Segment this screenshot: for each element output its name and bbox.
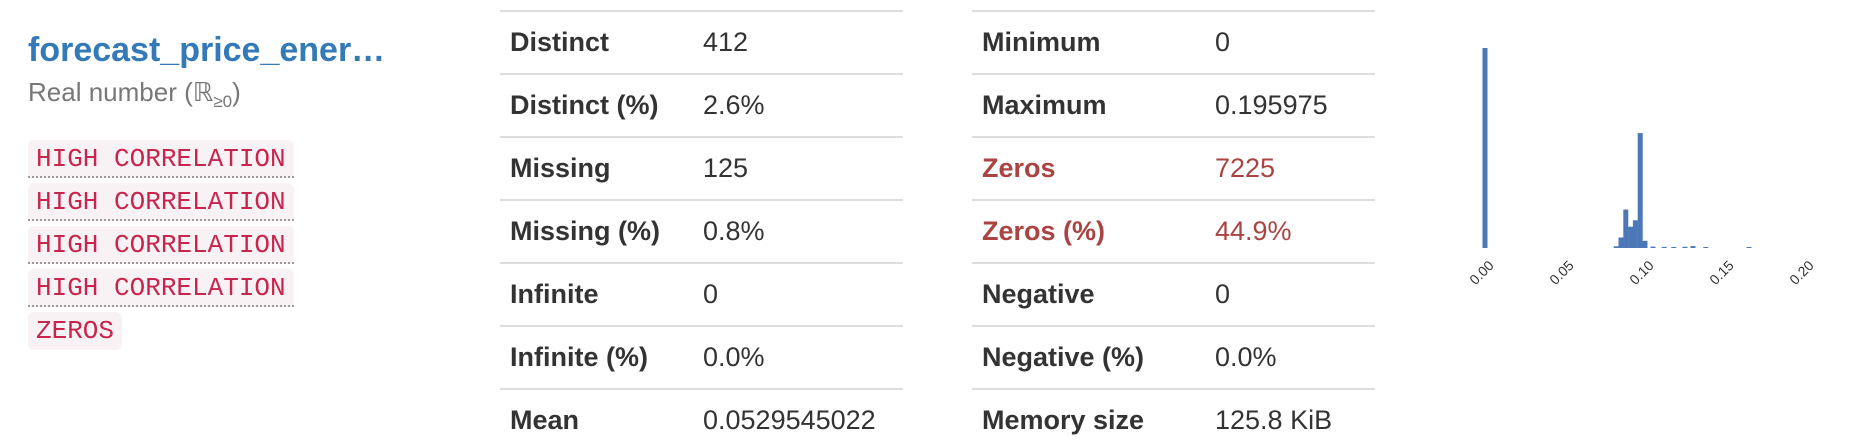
histogram-bar bbox=[1637, 133, 1643, 248]
stat-value: 0 bbox=[1205, 10, 1375, 74]
stat-label: Missing (%) bbox=[500, 199, 693, 263]
stat-row-minimum: Minimum 0 bbox=[972, 10, 1375, 74]
stat-value: 0.0% bbox=[1205, 325, 1375, 389]
stat-label: Maximum bbox=[972, 73, 1205, 137]
stat-label: Distinct (%) bbox=[500, 73, 693, 137]
alert-badges: HIGH CORRELATION HIGH CORRELATION HIGH C… bbox=[28, 140, 428, 351]
high-correlation-badge[interactable]: HIGH CORRELATION bbox=[28, 226, 294, 265]
histogram-bar bbox=[1613, 246, 1619, 248]
stat-label: Minimum bbox=[972, 10, 1205, 74]
stat-label: Mean bbox=[500, 388, 693, 446]
histogram-bar bbox=[1618, 237, 1624, 248]
stat-row-distinct-percent: Distinct (%) 2.6% bbox=[500, 73, 903, 137]
histogram-bar bbox=[1690, 246, 1696, 248]
stat-value: 125.8 KiB bbox=[1205, 388, 1375, 446]
stat-value: 412 bbox=[693, 10, 903, 74]
histogram-bar bbox=[1642, 240, 1648, 248]
stat-label: Missing bbox=[500, 136, 693, 200]
stat-value: 7225 bbox=[1205, 136, 1375, 200]
stat-row-negative: Negative 0 bbox=[972, 262, 1375, 326]
variable-type: Real number (ℝ≥0) bbox=[28, 74, 428, 120]
stat-value: 0.0% bbox=[693, 325, 903, 389]
stat-label: Negative bbox=[972, 262, 1205, 326]
variable-type-subscript: ≥0 bbox=[213, 92, 233, 112]
stat-label: Infinite (%) bbox=[500, 325, 693, 389]
x-tick-label: 0.20 bbox=[1786, 257, 1817, 288]
x-tick-label: 0.05 bbox=[1546, 257, 1577, 288]
stat-row-maximum: Maximum 0.195975 bbox=[972, 73, 1375, 137]
stat-label: Memory size bbox=[972, 388, 1205, 446]
stat-row-infinite-percent: Infinite (%) 0.0% bbox=[500, 325, 903, 389]
stat-value: 0 bbox=[693, 262, 903, 326]
stat-value: 2.6% bbox=[693, 73, 903, 137]
stats-table-right: Minimum 0 Maximum 0.195975 Zeros 7225 Ze… bbox=[972, 10, 1375, 446]
x-tick-label: 0.15 bbox=[1706, 257, 1737, 288]
stat-value: 0 bbox=[1205, 262, 1375, 326]
stat-value: 0.195975 bbox=[1205, 73, 1375, 137]
high-correlation-badge[interactable]: HIGH CORRELATION bbox=[28, 140, 294, 179]
stat-label: Zeros bbox=[972, 136, 1205, 200]
variable-summary: forecast_price_ener… Real number (ℝ≥0) H… bbox=[0, 0, 1852, 446]
histogram-bar bbox=[1650, 246, 1656, 248]
stat-label: Negative (%) bbox=[972, 325, 1205, 389]
stat-row-mean: Mean 0.0529545022 bbox=[500, 388, 903, 446]
histogram-bar bbox=[1746, 247, 1752, 248]
variable-type-suffix: ) bbox=[232, 77, 241, 107]
high-correlation-badge[interactable]: HIGH CORRELATION bbox=[28, 183, 294, 222]
histogram-bar bbox=[1703, 247, 1709, 248]
histogram-bar bbox=[1632, 220, 1638, 248]
variable-name-link[interactable]: forecast_price_ener… bbox=[28, 28, 428, 72]
histogram-bar bbox=[1661, 246, 1667, 248]
stat-value: 125 bbox=[693, 136, 903, 200]
stat-value: 0.0529545022 bbox=[693, 388, 903, 446]
high-correlation-badge[interactable]: HIGH CORRELATION bbox=[28, 269, 294, 308]
stat-label: Distinct bbox=[500, 10, 693, 74]
histogram-bar bbox=[1623, 209, 1629, 248]
stat-label: Zeros (%) bbox=[972, 199, 1205, 263]
histogram-bar bbox=[1628, 226, 1634, 248]
x-tick-label: 0.00 bbox=[1466, 257, 1497, 288]
x-tick-label: 0.10 bbox=[1626, 257, 1657, 288]
histogram-bar bbox=[1682, 246, 1688, 248]
stat-value: 44.9% bbox=[1205, 199, 1375, 263]
histogram-bar bbox=[1482, 48, 1488, 248]
stat-row-memory-size: Memory size 125.8 KiB bbox=[972, 388, 1375, 446]
zeros-badge: ZEROS bbox=[28, 312, 123, 351]
stat-row-missing: Missing 125 bbox=[500, 136, 903, 200]
stat-label: Infinite bbox=[500, 262, 693, 326]
stat-row-zeros: Zeros 7225 bbox=[972, 136, 1375, 200]
stat-row-zeros-percent: Zeros (%) 44.9% bbox=[972, 199, 1375, 263]
stat-row-infinite: Infinite 0 bbox=[500, 262, 903, 326]
histogram-bar bbox=[1671, 247, 1677, 248]
stat-value: 0.8% bbox=[693, 199, 903, 263]
variable-header: forecast_price_ener… Real number (ℝ≥0) H… bbox=[28, 28, 428, 355]
histogram-chart: 0.00 0.05 0.10 0.15 0.20 bbox=[1466, 48, 1817, 288]
stat-row-negative-percent: Negative (%) 0.0% bbox=[972, 325, 1375, 389]
stats-table-left: Distinct 412 Distinct (%) 2.6% Missing 1… bbox=[500, 10, 903, 446]
stat-row-distinct: Distinct 412 bbox=[500, 10, 903, 74]
stat-row-missing-percent: Missing (%) 0.8% bbox=[500, 199, 903, 263]
variable-type-prefix: Real number (ℝ bbox=[28, 77, 214, 107]
